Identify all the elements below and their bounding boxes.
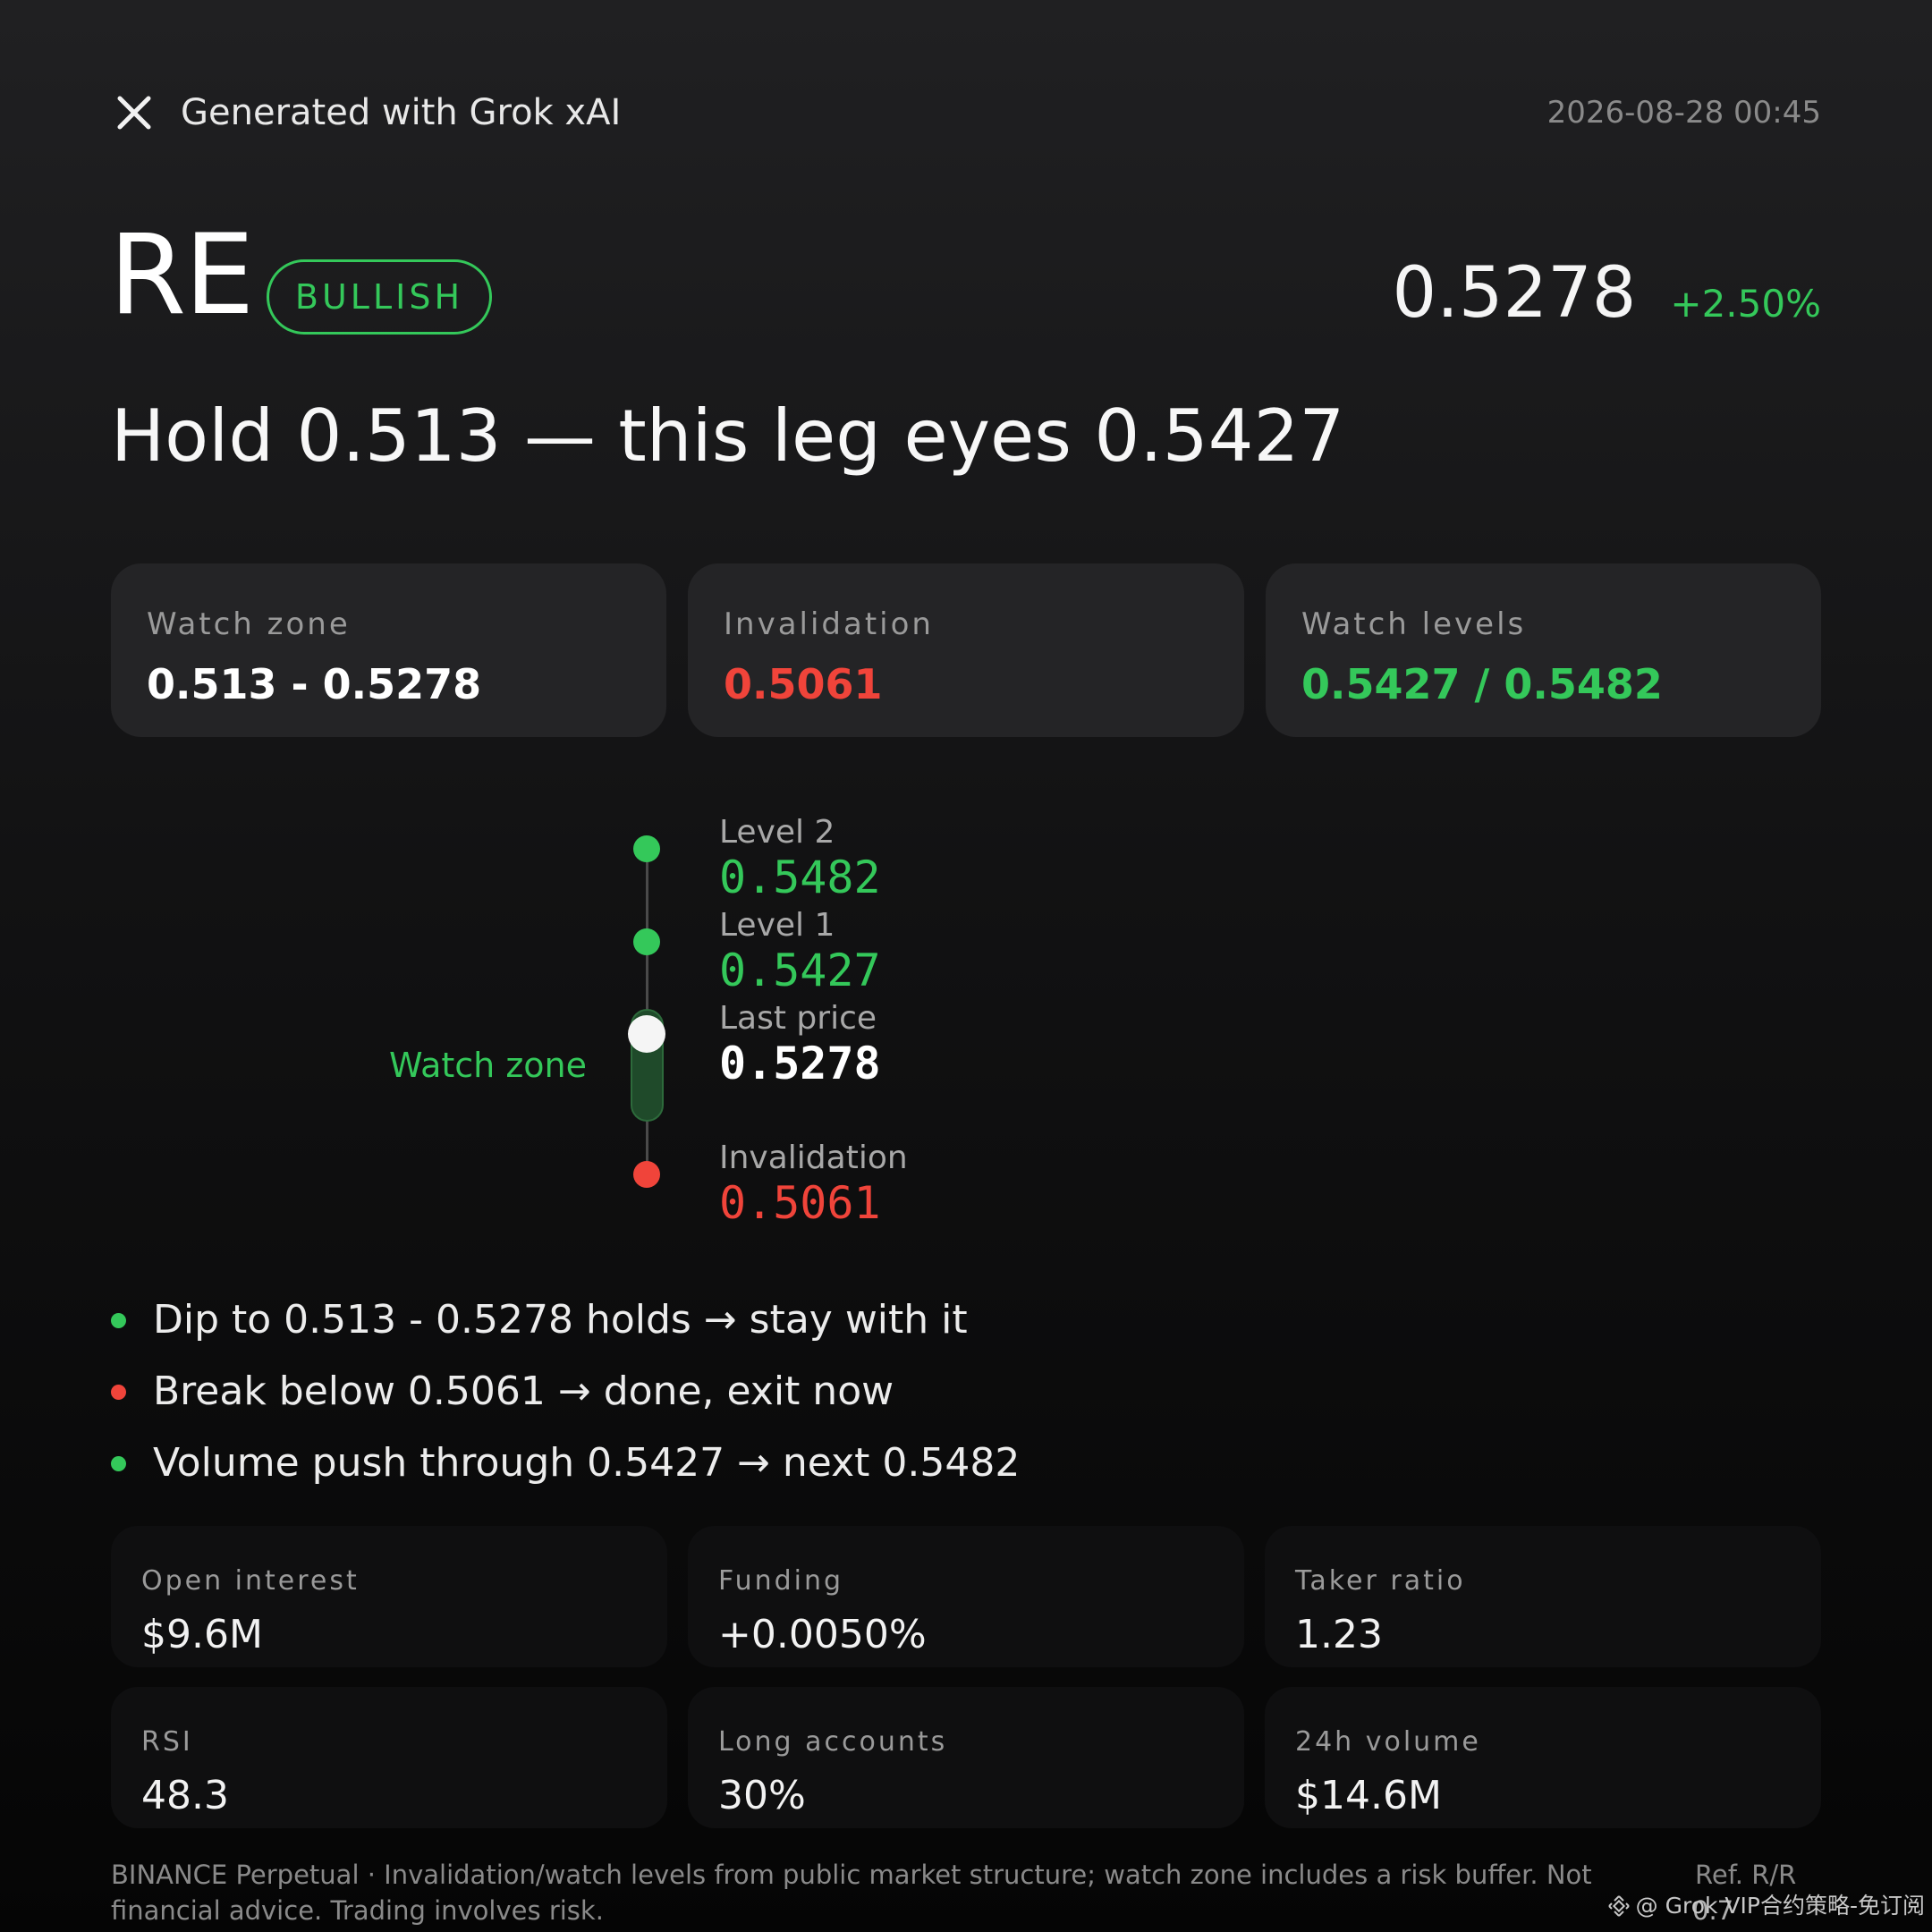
disclaimer: BINANCE Perpetual · Invalidation/watch l… [111,1860,1592,1926]
stat-value: +0.0050% [718,1612,927,1657]
stat-value: $9.6M [141,1612,263,1657]
red-dot-icon [111,1384,126,1400]
green-dot-icon [111,1455,126,1471]
invalidation-marker [633,1161,660,1188]
headline: Hold 0.513 — this leg eyes 0.5427 [111,394,1345,478]
stat-label: Taker ratio [1295,1565,1466,1597]
scenario-text: Volume push through 0.5427 → next 0.5482 [153,1440,1021,1486]
invalidation-value: 0.5061 [719,1177,881,1229]
level-2-value: 0.5482 [719,852,881,903]
stat-label: Funding [718,1565,844,1597]
stat-value: $14.6M [1295,1773,1442,1818]
ref-rr-label: Ref. R/R [1695,1860,1797,1890]
card-value: 0.513 - 0.5278 [147,660,482,708]
invalidation-label: Invalidation [719,1140,908,1176]
price-change: +2.50% [1670,282,1821,326]
stat-value: 48.3 [141,1773,229,1818]
level-1-value: 0.5427 [719,945,881,996]
card-value: 0.5061 [724,660,883,708]
price-row: 0.5278 +2.50% [1392,249,1821,338]
stat-label: Long accounts [718,1726,948,1758]
stat-label: Open interest [141,1565,360,1597]
last-price-marker [628,1015,665,1053]
last-price-value: 0.5278 [719,1038,881,1089]
watermark: @ Grok VIP合约策略-免订阅 [1607,1891,1925,1921]
stat-label: 24h volume [1295,1726,1481,1758]
timestamp: 2026-08-28 00:45 [1546,95,1821,131]
card-label: Invalidation [724,606,934,642]
ticker-symbol: RE [109,211,255,340]
card-value: 0.5427 / 0.5482 [1301,660,1663,708]
stat-funding: Funding +0.0050% [688,1526,1244,1667]
stat-long-accounts: Long accounts 30% [688,1687,1244,1828]
scenario-item: Break below 0.5061 → done, exit now [111,1365,894,1419]
last-price: 0.5278 [1392,253,1637,334]
level-1-label: Level 1 [719,907,835,944]
stat-taker-ratio: Taker ratio 1.23 [1265,1526,1821,1667]
scenario-text: Break below 0.5061 → done, exit now [153,1368,894,1414]
scenario-text: Dip to 0.513 - 0.5278 holds → stay with … [153,1297,968,1343]
level-2-marker [633,835,660,862]
level-2-label: Level 2 [719,814,835,851]
stat-label: RSI [141,1726,193,1758]
close-icon[interactable] [111,89,157,136]
sentiment-badge: BULLISH [267,259,492,335]
binance-logo-icon [1607,1895,1630,1917]
watch-zone-tag: Watch zone [388,1046,587,1085]
scenario-item: Dip to 0.513 - 0.5278 holds → stay with … [111,1293,968,1347]
stat-open-interest: Open interest $9.6M [111,1526,667,1667]
invalidation-card: Invalidation 0.5061 [688,564,1244,737]
card-label: Watch levels [1301,606,1527,642]
watermark-text: @ Grok VIP合约策略-免订阅 [1635,1893,1925,1919]
scenario-item: Volume push through 0.5427 → next 0.5482 [111,1436,1020,1490]
stat-value: 1.23 [1295,1612,1383,1657]
watch-levels-card: Watch levels 0.5427 / 0.5482 [1266,564,1821,737]
header-title: Generated with Grok xAI [181,92,622,133]
card-label: Watch zone [147,606,351,642]
stat-value: 30% [718,1773,806,1818]
stat-24h-volume: 24h volume $14.6M [1265,1687,1821,1828]
level-1-marker [633,928,660,955]
stat-rsi: RSI 48.3 [111,1687,667,1828]
green-dot-icon [111,1312,126,1328]
watch-zone-card: Watch zone 0.513 - 0.5278 [111,564,666,737]
last-price-label: Last price [719,1000,877,1037]
